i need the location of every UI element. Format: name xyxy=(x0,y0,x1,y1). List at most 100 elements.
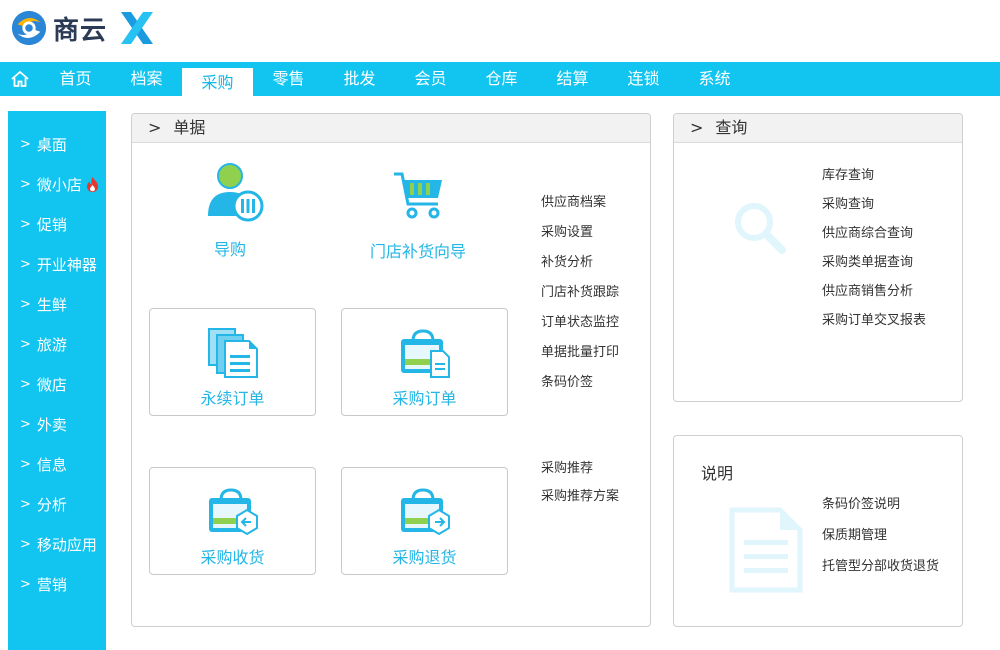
nav-item-purchase[interactable]: 采购 xyxy=(182,68,253,96)
sidebar-item-desktop[interactable]: > 桌面 xyxy=(8,131,106,171)
nav-item-home[interactable]: 首页 xyxy=(40,62,111,96)
shopping-bag-receive-icon xyxy=(208,488,258,536)
sidebar-item-analysis[interactable]: > 分析 xyxy=(8,491,106,531)
chevron-right-icon: > xyxy=(20,537,31,552)
nav-item-retail[interactable]: 零售 xyxy=(253,62,324,96)
search-icon xyxy=(735,203,786,254)
sidebar-item-travel[interactable]: > 旅游 xyxy=(8,331,106,371)
nav-item-warehouse[interactable]: 仓库 xyxy=(466,62,537,96)
sidebar-item-label: 移动应用 xyxy=(36,536,97,554)
logo[interactable]: 商云 xyxy=(10,8,157,48)
link-barcode-price-tag[interactable]: 条码价签 xyxy=(541,371,619,401)
standing-order-card[interactable]: 永续订单 xyxy=(149,308,316,416)
chevron-right-icon: > xyxy=(20,497,31,512)
link-hosted-branch-receive-return[interactable]: 托管型分部收货退货 xyxy=(822,555,939,586)
user-guide-icon xyxy=(208,163,264,222)
sidebar-item-label: 促销 xyxy=(36,216,67,234)
sidebar-item-label: 桌面 xyxy=(36,136,67,154)
query-panel: > 查询 库存查询 采购查询 供应商综合查询 采购类单据查询 供应商销售分析 采购… xyxy=(673,113,963,402)
sidebar-item-label: 微店 xyxy=(36,376,67,394)
notes-panel-title: 说明 xyxy=(701,464,734,483)
chevron-right-icon: > xyxy=(20,577,31,592)
shopping-bag-return-icon xyxy=(400,488,450,536)
nav-item-member[interactable]: 会员 xyxy=(395,62,466,96)
sidebar-item-label: 微小店 xyxy=(36,176,82,194)
documents-panel: > 单据 导购 门店补货向导 永续订单 采购订单 采购收货 采购退货 供应商档案… xyxy=(131,113,651,627)
link-supplier-archive[interactable]: 供应商档案 xyxy=(541,191,619,221)
store-replenish-wizard-button[interactable]: 门店补货向导 xyxy=(368,168,468,262)
chevron-right-icon: > xyxy=(20,177,31,192)
link-supplier-sales-analysis[interactable]: 供应商销售分析 xyxy=(822,280,926,309)
purchase-return-card[interactable]: 采购退货 xyxy=(341,467,508,575)
link-purchase-order-crosstab[interactable]: 采购订单交叉报表 xyxy=(822,309,926,338)
chevron-right-icon: > xyxy=(20,377,31,392)
shopping-cart-icon xyxy=(394,172,442,219)
store-replenish-wizard-label: 门店补货向导 xyxy=(369,242,466,261)
link-order-status-monitor[interactable]: 订单状态监控 xyxy=(541,311,619,341)
link-shelf-life-management[interactable]: 保质期管理 xyxy=(822,524,939,555)
guide-button[interactable]: 导购 xyxy=(202,162,264,260)
link-purchase-doc-query[interactable]: 采购类单据查询 xyxy=(822,251,926,280)
link-purchase-settings[interactable]: 采购设置 xyxy=(541,221,619,251)
link-purchase-recommend-plan[interactable]: 采购推荐方案 xyxy=(541,485,619,513)
sidebar-item-mobile-app[interactable]: > 移动应用 xyxy=(8,531,106,571)
chevron-right-icon: > xyxy=(690,118,704,137)
chevron-right-icon: > xyxy=(148,118,162,137)
sidebar-item-fresh[interactable]: > 生鲜 xyxy=(8,291,106,331)
sidebar-item-takeout[interactable]: > 外卖 xyxy=(8,411,106,451)
sidebar-item-mini-shop[interactable]: > 微小店 xyxy=(8,171,106,211)
sidebar-item-marketing[interactable]: > 营销 xyxy=(8,571,106,611)
sidebar-item-label: 外卖 xyxy=(36,416,67,434)
chevron-right-icon: > xyxy=(20,417,31,432)
documents-stack-icon xyxy=(207,328,258,378)
header: 商云 xyxy=(0,0,1000,62)
link-purchase-query[interactable]: 采购查询 xyxy=(822,193,926,222)
chevron-right-icon: > xyxy=(20,297,31,312)
nav-item-archive[interactable]: 档案 xyxy=(111,62,182,96)
link-supplier-overall-query[interactable]: 供应商综合查询 xyxy=(822,222,926,251)
purchase-return-label: 采购退货 xyxy=(392,548,457,567)
shopping-bag-document-icon xyxy=(400,329,450,378)
query-links: 库存查询 采购查询 供应商综合查询 采购类单据查询 供应商销售分析 采购订单交叉… xyxy=(822,164,926,338)
sidebar-item-opening-tool[interactable]: > 开业神器 xyxy=(8,251,106,291)
link-purchase-recommend[interactable]: 采购推荐 xyxy=(541,457,619,485)
home-button[interactable] xyxy=(0,62,40,96)
home-icon xyxy=(11,70,29,87)
chevron-right-icon: > xyxy=(20,457,31,472)
document-icon xyxy=(729,507,803,593)
purchase-receive-card[interactable]: 采购收货 xyxy=(149,467,316,575)
chevron-right-icon: > xyxy=(20,137,31,152)
sidebar-item-label: 开业神器 xyxy=(36,256,97,274)
guide-label: 导购 xyxy=(213,240,246,259)
link-barcode-price-tag-note[interactable]: 条码价签说明 xyxy=(822,493,939,524)
logo-x-icon xyxy=(121,12,154,44)
sidebar-item-info[interactable]: > 信息 xyxy=(8,451,106,491)
link-inventory-query[interactable]: 库存查询 xyxy=(822,164,926,193)
nav-item-system[interactable]: 系统 xyxy=(679,62,750,96)
logo-swirl-icon xyxy=(11,10,47,46)
documents-links-secondary: 采购推荐 采购推荐方案 xyxy=(541,457,619,513)
documents-links-primary: 供应商档案 采购设置 补货分析 门店补货跟踪 订单状态监控 单据批量打印 条码价… xyxy=(541,191,619,401)
purchase-order-card[interactable]: 采购订单 xyxy=(341,308,508,416)
chevron-right-icon: > xyxy=(20,217,31,232)
link-store-replenish-tracking[interactable]: 门店补货跟踪 xyxy=(541,281,619,311)
sidebar-item-micro-store[interactable]: > 微店 xyxy=(8,371,106,411)
sidebar-item-label: 生鲜 xyxy=(36,296,67,314)
sidebar-item-label: 旅游 xyxy=(36,336,67,354)
sidebar-item-label: 分析 xyxy=(36,496,67,514)
documents-panel-title: 单据 xyxy=(173,118,206,137)
purchase-receive-label: 采购收货 xyxy=(200,548,265,567)
link-batch-print[interactable]: 单据批量打印 xyxy=(541,341,619,371)
sidebar: > 桌面 > 微小店 > 促销 > 开业神器 > 生鲜 > 旅游 > 微店 > 外卖 > 信息 >… xyxy=(8,111,106,650)
query-panel-title: 查询 xyxy=(715,118,748,137)
brand-name: 商云 xyxy=(53,15,108,46)
fire-icon xyxy=(86,177,98,192)
chevron-right-icon: > xyxy=(20,337,31,352)
nav-item-chain[interactable]: 连锁 xyxy=(608,62,679,96)
nav-item-settlement[interactable]: 结算 xyxy=(537,62,608,96)
link-replenish-analysis[interactable]: 补货分析 xyxy=(541,251,619,281)
sidebar-item-label: 营销 xyxy=(36,576,67,594)
nav-item-wholesale[interactable]: 批发 xyxy=(324,62,395,96)
sidebar-item-label: 信息 xyxy=(36,456,67,474)
sidebar-item-promotion[interactable]: > 促销 xyxy=(8,211,106,251)
